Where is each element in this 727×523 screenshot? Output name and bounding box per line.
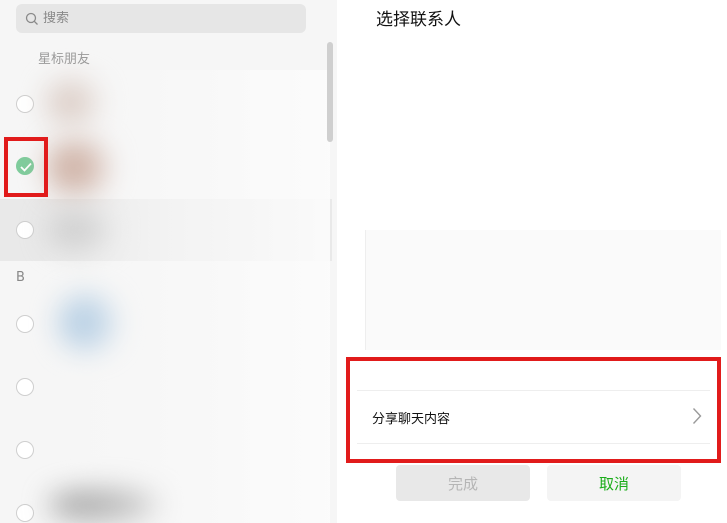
- select-radio[interactable]: [16, 441, 34, 459]
- highlight-box-checkbox: [4, 137, 48, 197]
- select-radio[interactable]: [16, 95, 34, 113]
- contact-row[interactable]: [0, 419, 332, 481]
- select-radio[interactable]: [16, 504, 34, 522]
- cancel-button[interactable]: 取消: [547, 465, 681, 501]
- blurred-avatar: [48, 140, 108, 195]
- search-box[interactable]: [16, 4, 306, 33]
- blurred-avatar: [48, 80, 98, 125]
- select-radio[interactable]: [16, 378, 34, 396]
- scrollbar[interactable]: [327, 42, 333, 142]
- search-icon: [25, 12, 38, 25]
- dialog-title: 选择联系人: [376, 10, 461, 30]
- contact-list-panel: 星标朋友 B: [0, 0, 337, 523]
- blurred-avatar: [60, 295, 115, 350]
- select-radio[interactable]: [16, 315, 34, 333]
- section-letter: B: [16, 270, 25, 285]
- starred-friends-label: 星标朋友: [38, 52, 91, 67]
- contact-row[interactable]: [0, 356, 332, 418]
- chat-preview-area: [365, 230, 721, 350]
- contact-row[interactable]: [0, 293, 332, 355]
- blurred-avatar: [50, 210, 110, 250]
- highlight-box-share: [346, 357, 721, 463]
- blurred-avatar: [50, 490, 160, 520]
- select-radio[interactable]: [16, 221, 34, 239]
- search-input[interactable]: [43, 11, 283, 26]
- done-button[interactable]: 完成: [396, 465, 530, 501]
